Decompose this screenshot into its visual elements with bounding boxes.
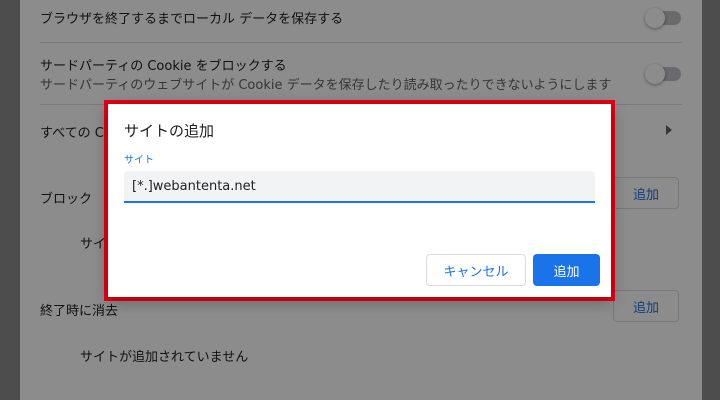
keep-local-data-label: ブラウザを終了するまでローカル データを保存する — [40, 12, 344, 27]
block-third-party-label: サードパーティの Cookie をブロックする — [40, 59, 287, 74]
block-add-button[interactable]: 追加 — [613, 177, 679, 209]
block-third-party-description: サードパーティのウェブサイトが Cookie データを保存したり読み取ったりでき… — [40, 78, 612, 93]
cancel-button[interactable]: キャンセル — [426, 254, 526, 286]
site-input[interactable] — [124, 171, 595, 203]
keep-local-data-toggle[interactable] — [645, 8, 681, 28]
dialog-title: サイトの追加 — [124, 122, 215, 140]
divider — [40, 42, 682, 43]
site-field-label: サイト — [124, 155, 154, 166]
chevron-right-icon — [666, 125, 672, 135]
add-site-dialog: サイトの追加 サイト キャンセル 追加 — [108, 104, 611, 297]
block-third-party-toggle[interactable] — [645, 64, 681, 84]
clear-on-exit-empty-text: サイトが追加されていません — [80, 350, 249, 365]
clear-on-exit-title: 終了時に消去 — [40, 304, 119, 319]
add-button[interactable]: 追加 — [533, 254, 600, 286]
clear-on-exit-add-button[interactable]: 追加 — [613, 290, 679, 322]
